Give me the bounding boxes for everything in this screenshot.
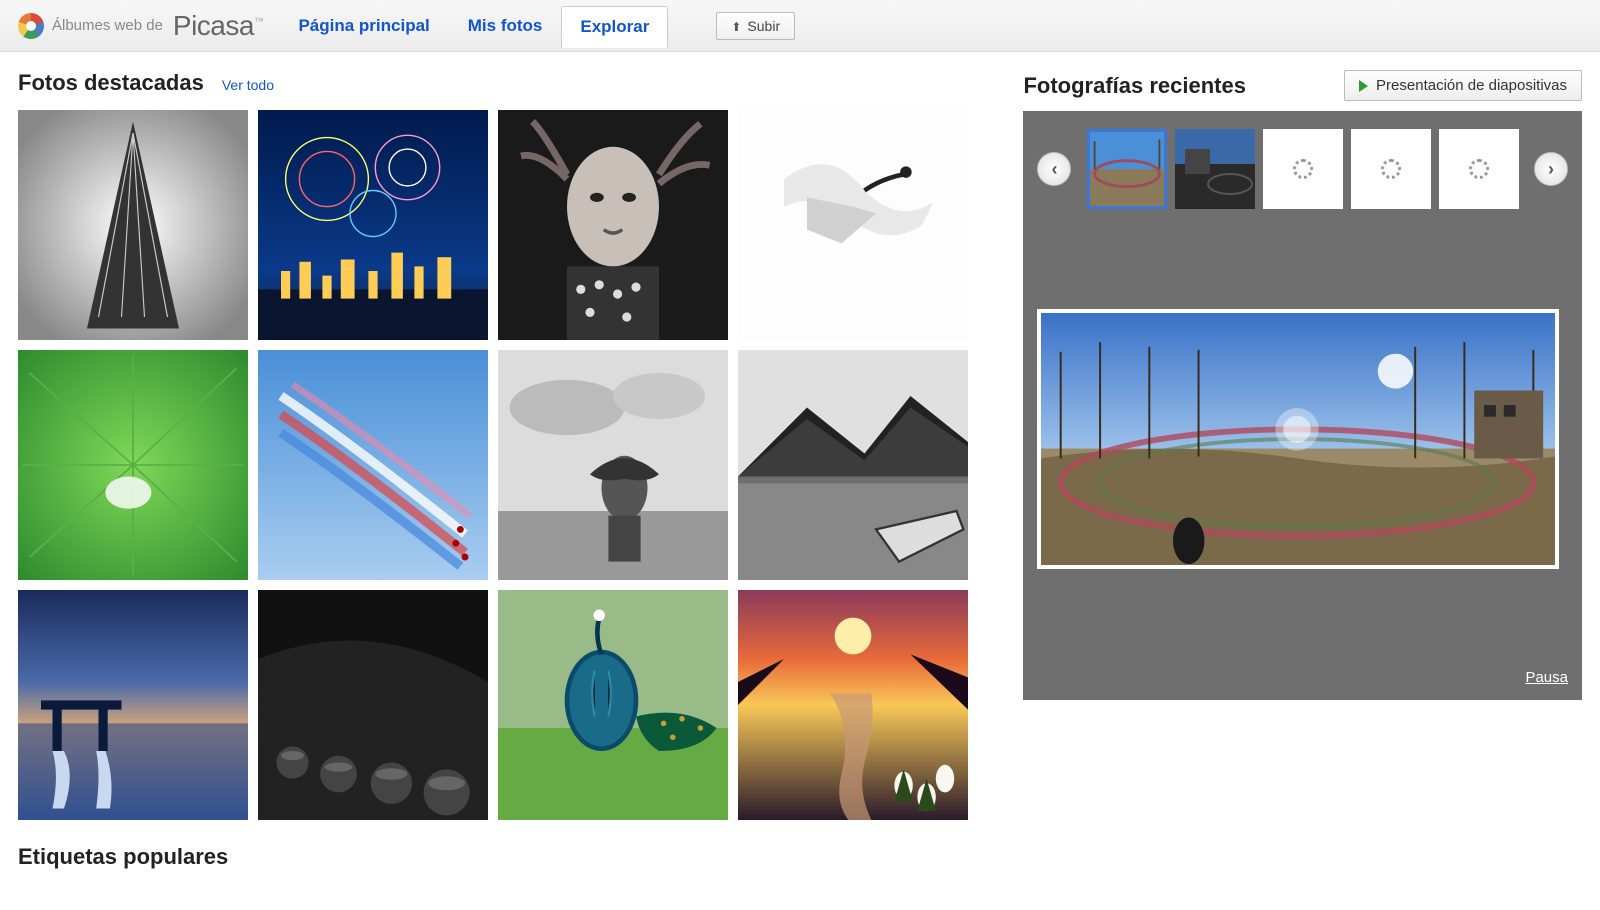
featured-title: Fotos destacadas [18, 70, 204, 96]
tab-my-photos[interactable]: Mis fotos [449, 5, 562, 47]
featured-thumb[interactable] [18, 590, 248, 820]
topbar: Álbumes web de Picasa™ Página principal … [0, 0, 1600, 52]
featured-thumb[interactable] [258, 110, 488, 340]
brand-prefix: Álbumes web de [52, 17, 163, 34]
recent-title: Fotografías recientes [1023, 73, 1246, 99]
pause-link[interactable]: Pausa [1037, 669, 1568, 686]
brand-name: Picasa™ [173, 10, 264, 42]
featured-thumb[interactable] [738, 350, 968, 580]
recent-thumb-loading[interactable] [1351, 129, 1431, 209]
left-column: Fotos destacadas Ver todo [18, 70, 995, 870]
featured-thumb[interactable] [498, 590, 728, 820]
featured-thumb[interactable] [18, 110, 248, 340]
popular-tags-title: Etiquetas populares [18, 844, 995, 870]
featured-thumb[interactable] [738, 110, 968, 340]
content: Fotos destacadas Ver todo [0, 52, 1600, 910]
main-preview[interactable] [1037, 309, 1559, 569]
featured-thumb[interactable] [258, 350, 488, 580]
recent-thumb-loading[interactable] [1439, 129, 1519, 209]
see-all-link[interactable]: Ver todo [222, 77, 274, 93]
upload-icon [731, 18, 741, 34]
upload-button[interactable]: Subir [716, 12, 795, 40]
right-column: Fotografías recientes Presentación de di… [1023, 70, 1582, 700]
chevron-left-icon: ‹ [1051, 159, 1057, 180]
strip-thumbs [1087, 129, 1519, 209]
chevron-right-icon: › [1548, 159, 1554, 180]
recent-header: Fotografías recientes Presentación de di… [1023, 70, 1582, 101]
slideshow-label: Presentación de diapositivas [1376, 77, 1567, 94]
featured-thumb[interactable] [18, 350, 248, 580]
tab-home[interactable]: Página principal [279, 5, 448, 47]
play-icon [1359, 80, 1368, 92]
featured-thumb[interactable] [258, 590, 488, 820]
brand-logo[interactable]: Álbumes web de Picasa™ [18, 10, 263, 42]
tab-explore[interactable]: Explorar [561, 6, 668, 48]
picasa-icon [18, 13, 44, 39]
recent-panel: ‹ › [1023, 111, 1582, 700]
featured-header: Fotos destacadas Ver todo [18, 70, 995, 96]
recent-thumb[interactable] [1087, 129, 1167, 209]
thumb-strip: ‹ › [1037, 129, 1568, 209]
featured-thumb[interactable] [498, 110, 728, 340]
recent-thumb-loading[interactable] [1263, 129, 1343, 209]
featured-grid [18, 110, 995, 820]
featured-thumb[interactable] [738, 590, 968, 820]
prev-button[interactable]: ‹ [1037, 152, 1071, 186]
upload-label: Subir [747, 18, 780, 34]
spinner-icon [1293, 159, 1313, 179]
spinner-icon [1469, 159, 1489, 179]
next-button[interactable]: › [1534, 152, 1568, 186]
featured-thumb[interactable] [498, 350, 728, 580]
nav-tabs: Página principal Mis fotos Explorar [279, 5, 668, 47]
slideshow-button[interactable]: Presentación de diapositivas [1344, 70, 1582, 101]
spinner-icon [1381, 159, 1401, 179]
recent-thumb[interactable] [1175, 129, 1255, 209]
